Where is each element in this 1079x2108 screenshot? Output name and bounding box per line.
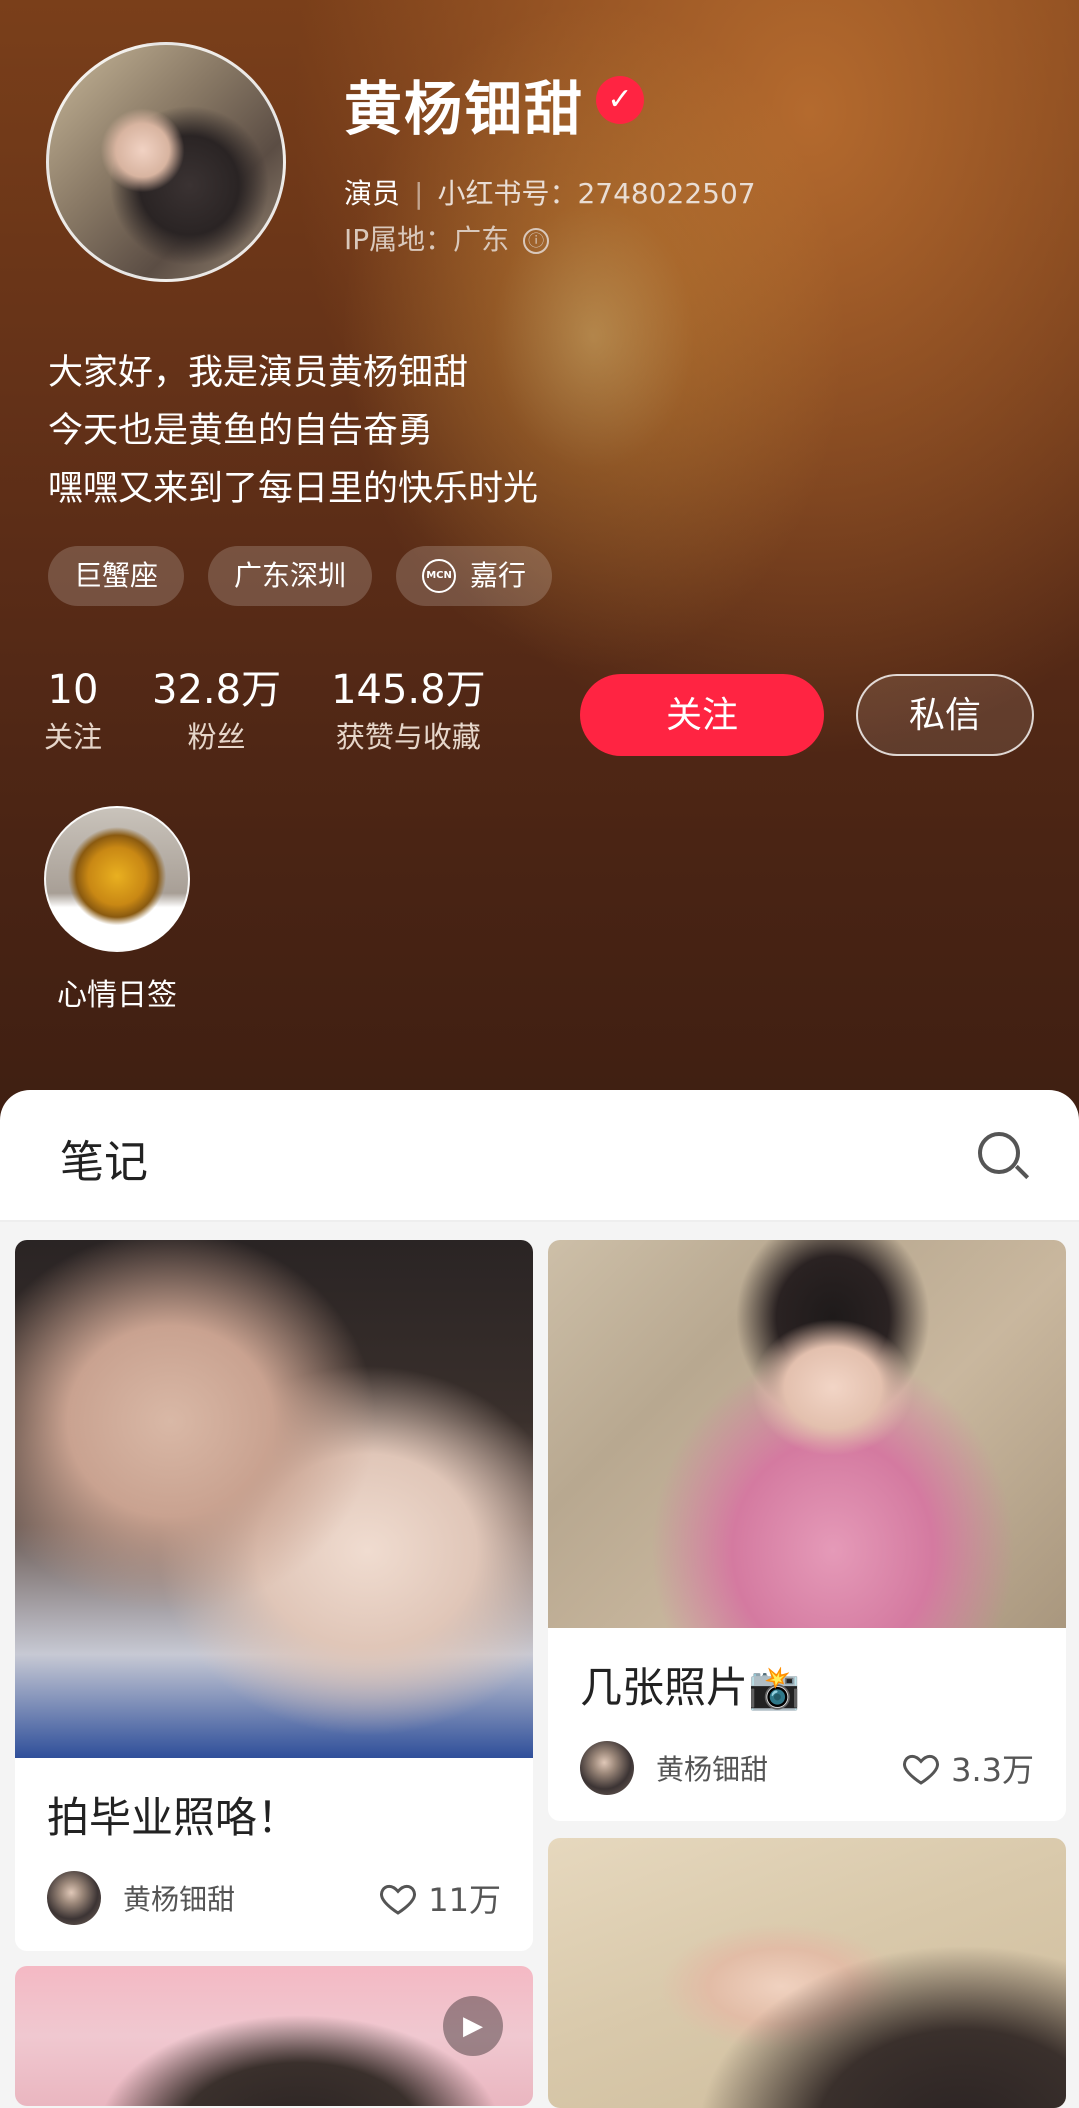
bio-line: 嘿嘿又来到了每日里的快乐时光: [48, 469, 539, 509]
tag-label: 巨蟹座: [74, 559, 159, 592]
author-name[interactable]: 黄杨钿甜: [656, 1748, 768, 1788]
stat-label: 关注: [44, 720, 103, 754]
profile-stats: 10 关注 32.8万 粉丝 145.8万 获赞与收藏: [44, 664, 486, 758]
profile-tags: 巨蟹座 广东深圳 MCN 嘉行: [48, 546, 553, 606]
notes-feed: 拍毕业照咯！ 黄杨钿甜 11万 几张照片📸 黄杨钿甜 3.3万 ▶: [0, 1222, 1079, 2108]
bio-line: 大家好，我是演员黄杨钿甜: [48, 353, 469, 393]
heart-icon: [903, 1754, 940, 1785]
stat-label: 粉丝: [187, 720, 246, 754]
like-count: 3.3万: [951, 1751, 1034, 1789]
ip-location: IP属地：广东 ⓘ: [344, 218, 550, 258]
note-cover-image: [15, 1240, 533, 1758]
profile-avatar[interactable]: [46, 42, 286, 282]
like-count: 11万: [428, 1881, 501, 1919]
tab-notes[interactable]: 笔记: [60, 1126, 148, 1190]
verified-icon: ✓: [596, 76, 644, 124]
collection-cover: [44, 806, 190, 952]
note-card[interactable]: 拍毕业照咯！ 黄杨钿甜 11万: [15, 1240, 533, 1951]
meta-separator: |: [414, 177, 424, 210]
message-button[interactable]: 私信: [856, 674, 1034, 756]
collection-item[interactable]: 心情日签: [44, 806, 190, 1014]
follow-button[interactable]: 关注: [580, 674, 824, 756]
author-avatar[interactable]: [580, 1741, 634, 1795]
stat-label: 获赞与收藏: [335, 720, 481, 754]
note-title: 拍毕业照咯！: [47, 1793, 300, 1842]
collection-label: 心情日签: [57, 978, 177, 1013]
stat-number: 10: [47, 667, 99, 713]
like-button[interactable]: 3.3万: [901, 1745, 1034, 1791]
profile-name: 黄杨钿甜: [344, 75, 585, 143]
note-cover-image: [548, 1838, 1066, 2108]
tag-label: 广东深圳: [234, 559, 347, 592]
ip-location-label: IP属地：广东: [344, 223, 510, 256]
note-card[interactable]: ▶: [15, 1966, 533, 2106]
profile-bio: 大家好，我是演员黄杨钿甜 今天也是黄鱼的自告奋勇 嘿嘿又来到了每日里的快乐时光: [48, 344, 538, 518]
stat-likes-collections[interactable]: 145.8万 获赞与收藏: [331, 664, 486, 758]
note-card[interactable]: [548, 1838, 1066, 2108]
tag-mcn[interactable]: MCN 嘉行: [396, 546, 553, 606]
stat-number: 145.8万: [331, 667, 486, 713]
heart-icon: [380, 1884, 417, 1915]
stat-number: 32.8万: [152, 667, 282, 713]
note-card[interactable]: 几张照片📸 黄杨钿甜 3.3万: [548, 1240, 1066, 1821]
mcn-icon: MCN: [422, 559, 457, 593]
note-footer: 黄杨钿甜 3.3万: [548, 1715, 1066, 1821]
info-icon[interactable]: ⓘ: [523, 228, 550, 254]
profile-header: 黄杨钿甜 ✓ 演员 | 小红书号：2748022507 IP属地：广东 ⓘ 大家好，我…: [0, 0, 1079, 1120]
stat-followers[interactable]: 32.8万 粉丝: [152, 664, 281, 758]
tag-location[interactable]: 广东深圳: [208, 546, 373, 606]
like-button[interactable]: 11万: [378, 1875, 501, 1921]
play-icon[interactable]: ▶: [443, 1996, 503, 2056]
author-name[interactable]: 黄杨钿甜: [123, 1878, 235, 1918]
note-title: 几张照片📸: [580, 1663, 801, 1712]
profile-meta: 演员 | 小红书号：2748022507: [344, 172, 756, 212]
stat-following[interactable]: 10 关注: [44, 664, 102, 758]
profile-id[interactable]: 小红书号：2748022507: [437, 177, 755, 210]
search-icon[interactable]: [978, 1132, 1020, 1174]
author-avatar[interactable]: [47, 1871, 101, 1925]
tag-label: 嘉行: [470, 559, 527, 592]
note-footer: 黄杨钿甜 11万: [15, 1845, 533, 1951]
bio-line: 今天也是黄鱼的自告奋勇: [48, 411, 434, 451]
note-cover-image: [548, 1240, 1066, 1628]
tag-zodiac[interactable]: 巨蟹座: [48, 546, 185, 606]
profile-role: 演员: [344, 177, 401, 210]
